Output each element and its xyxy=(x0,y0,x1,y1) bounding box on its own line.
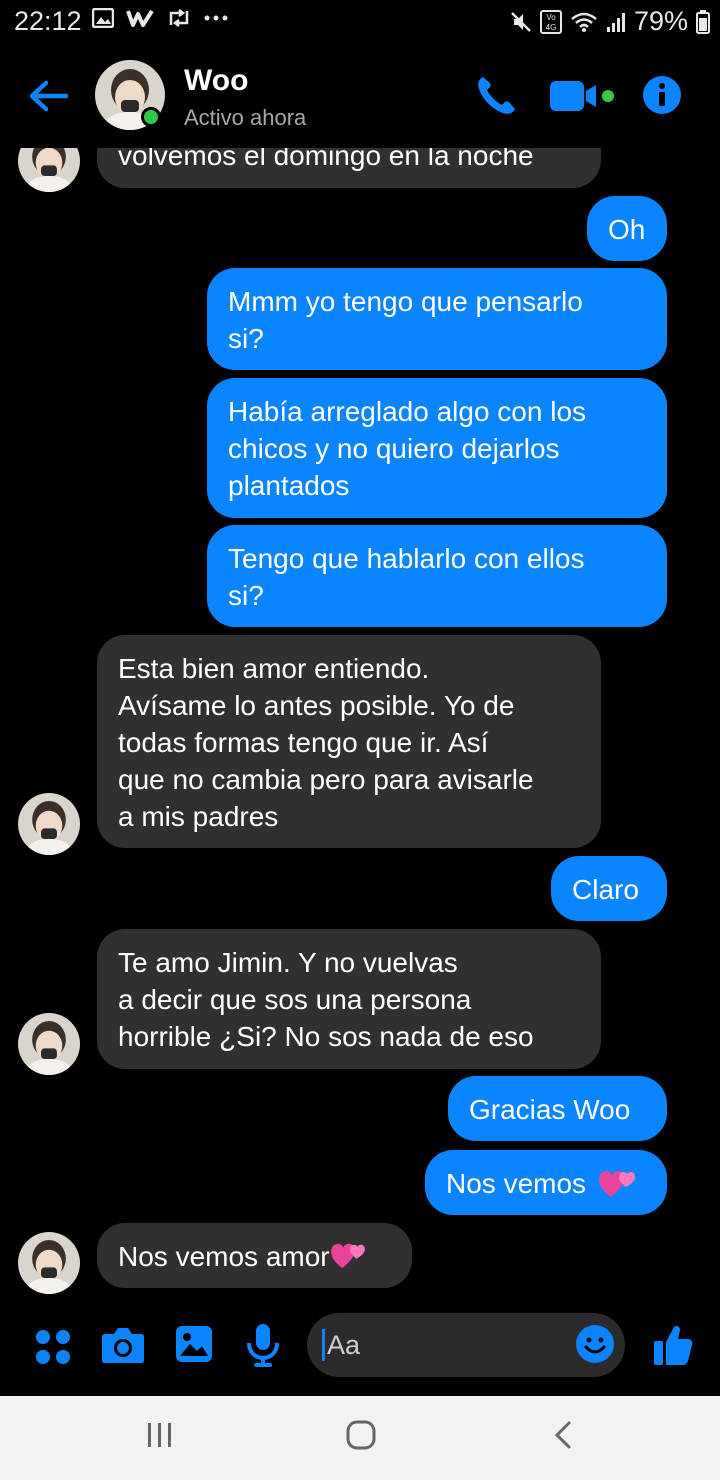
avatar-portrait xyxy=(18,1232,80,1294)
message-line: Te amo Jimin. Y no vuelvas xyxy=(118,947,458,978)
home-icon[interactable] xyxy=(346,1420,376,1450)
message-line: todas formas tengo que ir. Así xyxy=(118,727,489,758)
emoji-icon[interactable] xyxy=(575,1324,615,1364)
message-text: Oh xyxy=(608,214,646,245)
message-line: plantados xyxy=(228,470,350,501)
message-line: Mmm yo tengo que pensarlo xyxy=(228,286,583,317)
retweet-notification-icon xyxy=(169,9,189,27)
back-icon[interactable] xyxy=(553,1420,573,1450)
message-bubble-outgoing[interactable]: Gracias Woo xyxy=(448,1076,667,1141)
message-list[interactable]: volvemos el domingo en la noche Oh Mmm y… xyxy=(0,148,720,1308)
message-bubble-outgoing[interactable]: Nos vemos xyxy=(425,1150,667,1215)
mute-icon xyxy=(511,11,531,32)
message-line: si? xyxy=(228,580,264,611)
message-line: Había arreglado algo con los xyxy=(228,396,587,427)
microphone-icon[interactable] xyxy=(246,1323,280,1367)
system-icons: Vo 4G 79% xyxy=(510,6,710,37)
video-camera-icon[interactable] xyxy=(550,78,616,114)
thumbs-up-icon[interactable] xyxy=(653,1324,693,1366)
message-line: a decir que sos una persona xyxy=(118,984,472,1015)
two-hearts-emoji xyxy=(598,1171,635,1197)
message-bubble-outgoing[interactable]: Oh xyxy=(587,196,667,261)
more-notifications-icon xyxy=(204,15,228,21)
message-text: Nos vemos xyxy=(446,1168,587,1199)
message-bubble-outgoing[interactable]: Había arreglado algo con los chicos y no… xyxy=(207,378,667,518)
contact-avatar-small[interactable] xyxy=(18,793,80,855)
wifi-icon xyxy=(571,12,597,32)
svg-text:Vo: Vo xyxy=(546,13,556,22)
info-icon[interactable] xyxy=(641,74,683,116)
message-line: Esta bien amor entiendo. xyxy=(118,653,430,684)
avatar-portrait xyxy=(18,793,80,855)
text-cursor xyxy=(322,1329,325,1361)
online-indicator xyxy=(141,107,161,127)
message-line: chicos y no quiero dejarlos xyxy=(228,433,560,464)
avatar-portrait xyxy=(18,148,80,192)
message-text: volvemos el domingo en la noche xyxy=(118,148,534,171)
notification-icons xyxy=(92,8,228,28)
message-bubble-incoming[interactable]: volvemos el domingo en la noche xyxy=(97,148,601,188)
message-text: Claro xyxy=(572,874,639,905)
contact-avatar-small[interactable] xyxy=(18,1013,80,1075)
menu-dots-icon[interactable] xyxy=(34,1328,72,1366)
message-line: que no cambia pero para avisarle xyxy=(118,764,534,795)
contact-avatar-small[interactable] xyxy=(18,148,80,192)
svg-text:4G: 4G xyxy=(546,23,557,32)
gallery-notification-icon xyxy=(92,8,114,28)
back-arrow-icon[interactable] xyxy=(26,74,70,118)
volte-icon: Vo4G xyxy=(539,9,562,34)
message-line: a mis padres xyxy=(118,801,279,832)
message-text: Gracias Woo xyxy=(469,1094,631,1125)
message-line: horrible ¿Si? No sos nada de eso xyxy=(118,1021,534,1052)
message-line: Tengo que hablarlo con ellos xyxy=(228,543,585,574)
message-bubble-incoming[interactable]: Esta bien amor entiendo. Avísame lo ante… xyxy=(97,635,601,848)
message-bubble-outgoing[interactable]: Claro xyxy=(551,856,667,921)
recent-apps-icon[interactable] xyxy=(146,1420,174,1450)
battery-icon xyxy=(696,9,710,34)
system-navigation-bar xyxy=(0,1396,720,1480)
status-time: 22:12 xyxy=(14,6,82,36)
message-bubble-outgoing[interactable]: Tengo que hablarlo con ellos si? xyxy=(207,525,667,627)
camera-icon[interactable] xyxy=(101,1326,145,1364)
message-line: si? xyxy=(228,323,264,354)
contact-name[interactable]: Woo xyxy=(184,64,248,98)
message-line: Avísame lo antes posible. Yo de xyxy=(118,690,515,721)
gallery-icon[interactable] xyxy=(175,1325,213,1363)
contact-status: Activo ahora xyxy=(184,105,307,130)
avatar-portrait xyxy=(18,1013,80,1075)
status-bar: 22:12 Vo 4G 79% xyxy=(0,0,720,44)
wattpad-notification-icon xyxy=(126,9,154,27)
battery-percent: 79% xyxy=(633,6,688,36)
message-input-placeholder: Aa xyxy=(327,1330,361,1360)
message-input[interactable]: Aa xyxy=(307,1313,625,1377)
message-bubble-incoming[interactable]: Nos vemos amor xyxy=(97,1223,412,1288)
message-composer: Aa xyxy=(0,1308,720,1396)
chat-header: Woo Activo ahora xyxy=(0,44,720,148)
signal-icon xyxy=(606,12,625,32)
phone-icon[interactable] xyxy=(474,74,518,118)
message-bubble-outgoing[interactable]: Mmm yo tengo que pensarlo si? xyxy=(207,268,667,370)
two-hearts-emoji xyxy=(330,1243,365,1269)
message-text: Nos vemos amor xyxy=(118,1241,330,1272)
contact-avatar-small[interactable] xyxy=(18,1232,80,1294)
message-bubble-incoming[interactable]: Te amo Jimin. Y no vuelvas a decir que s… xyxy=(97,929,601,1069)
